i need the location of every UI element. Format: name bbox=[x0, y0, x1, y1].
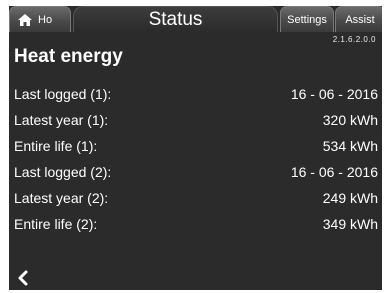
page-title: Heat energy bbox=[14, 46, 123, 67]
chevron-left-icon bbox=[16, 270, 30, 290]
row-value: 16 - 06 - 2016 bbox=[290, 164, 378, 180]
list-item: Latest year (2): 249 kWh bbox=[9, 188, 382, 214]
tab-settings[interactable]: Settings bbox=[280, 6, 334, 32]
back-button[interactable] bbox=[16, 270, 30, 286]
tab-assist-label: Assist bbox=[345, 13, 375, 26]
list-item: Entire life (1): 534 kWh bbox=[9, 136, 382, 162]
tab-bar: Ho Status Settings Assist bbox=[9, 6, 382, 32]
version-number: 2.1.6.2.0.0 bbox=[332, 35, 376, 44]
list-item: Latest year (1): 320 kWh bbox=[9, 110, 382, 136]
screen: Ho Status Settings Assist 2.1.6.2.0.0 He… bbox=[9, 6, 382, 290]
row-label: Latest year (1): bbox=[14, 112, 109, 128]
tab-home-label: Ho bbox=[38, 13, 53, 26]
tab-home[interactable]: Ho bbox=[9, 6, 71, 32]
tab-settings-label: Settings bbox=[287, 13, 327, 26]
row-value: 534 kWh bbox=[322, 138, 378, 154]
tab-status[interactable]: Status bbox=[73, 6, 278, 32]
row-label: Entire life (1): bbox=[14, 138, 98, 154]
row-label: Last logged (1): bbox=[14, 86, 112, 102]
row-label: Entire life (2): bbox=[14, 216, 98, 232]
row-value: 349 kWh bbox=[322, 216, 378, 232]
row-label: Latest year (2): bbox=[14, 190, 109, 206]
list-item: Entire life (2): 349 kWh bbox=[9, 214, 382, 240]
tab-status-label: Status bbox=[148, 8, 203, 30]
row-label: Last logged (2): bbox=[14, 164, 112, 180]
home-icon bbox=[17, 13, 33, 27]
tab-assist[interactable]: Assist bbox=[335, 6, 382, 32]
data-list: Last logged (1): 16 - 06 - 2016 Latest y… bbox=[9, 84, 382, 240]
list-item: Last logged (1): 16 - 06 - 2016 bbox=[9, 84, 382, 110]
row-value: 16 - 06 - 2016 bbox=[290, 86, 378, 102]
row-value: 320 kWh bbox=[322, 112, 378, 128]
list-item: Last logged (2): 16 - 06 - 2016 bbox=[9, 162, 382, 188]
row-value: 249 kWh bbox=[322, 190, 378, 206]
